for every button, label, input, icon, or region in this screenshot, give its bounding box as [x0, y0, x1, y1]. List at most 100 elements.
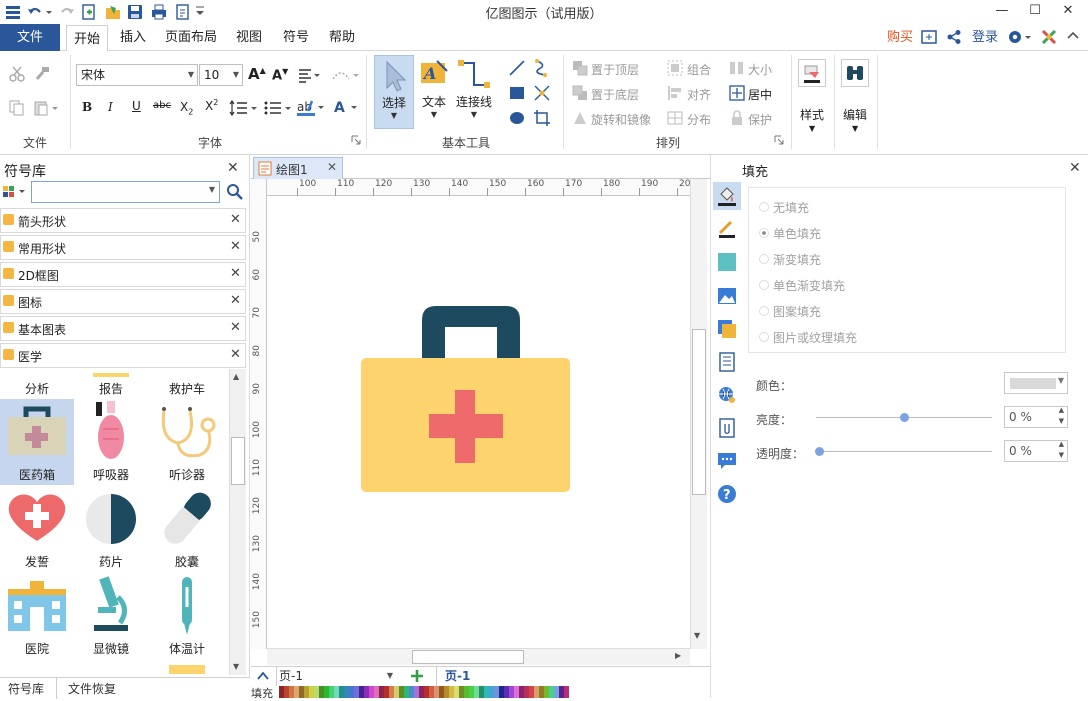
- attachment-icon[interactable]: [717, 418, 737, 438]
- symbol-heart-cross[interactable]: 发誓: [0, 486, 74, 572]
- library-scroll-thumb[interactable]: [231, 437, 245, 485]
- library-close-icon[interactable]: ✕: [227, 160, 239, 176]
- point-tool-icon[interactable]: [533, 84, 551, 102]
- add-page-icon[interactable]: [409, 668, 425, 684]
- share-icon[interactable]: [946, 29, 962, 45]
- transparency-spinbox[interactable]: 0 % ▲ ▼: [1004, 440, 1068, 462]
- format-painter-icon[interactable]: [33, 65, 51, 83]
- brightness-slider-thumb[interactable]: [900, 413, 909, 422]
- paste-icon[interactable]: [33, 99, 61, 117]
- crop-icon[interactable]: [533, 109, 551, 127]
- font-color-icon[interactable]: A: [333, 99, 361, 117]
- library-category-basic-charts[interactable]: 基本图表 ✕: [0, 316, 246, 341]
- distribute-label[interactable]: 分布: [687, 111, 711, 128]
- text-highlight-icon[interactable]: ab: [296, 99, 326, 117]
- page-properties-icon[interactable]: [717, 352, 737, 372]
- canvas-horizontal-scrollbar[interactable]: ▶: [267, 648, 690, 665]
- login-button[interactable]: 登录: [968, 24, 1002, 51]
- arrange-dialog-launcher-icon[interactable]: [774, 135, 784, 145]
- image-icon[interactable]: [717, 286, 737, 306]
- font-size-select[interactable]: 10 ▼: [199, 64, 243, 86]
- symbol-analysis[interactable]: 分析: [0, 369, 74, 399]
- canvas-vertical-scrollbar[interactable]: ▼: [690, 179, 707, 649]
- line-spacing-icon[interactable]: [229, 100, 259, 116]
- fill-color-picker[interactable]: ▼: [1004, 372, 1068, 394]
- shrink-font-icon[interactable]: A▼: [272, 67, 288, 83]
- group-label[interactable]: 组合: [687, 61, 711, 78]
- send-back-icon[interactable]: [572, 85, 588, 101]
- palette-swatch[interactable]: [564, 686, 569, 698]
- symbol-microscope[interactable]: 显微镜: [74, 573, 148, 659]
- curve-shape-icon[interactable]: [533, 59, 551, 77]
- ellipse-shape-icon[interactable]: [508, 109, 526, 127]
- symbol-report[interactable]: 报告: [74, 369, 148, 399]
- help-icon[interactable]: ?: [717, 484, 737, 504]
- symbol-capsule[interactable]: 胶囊: [150, 486, 224, 572]
- medkit-shape[interactable]: [267, 196, 690, 649]
- hyperlink-icon[interactable]: [717, 385, 737, 405]
- style-icon[interactable]: [798, 59, 826, 87]
- bring-front-icon[interactable]: [572, 60, 588, 76]
- library-category-icons[interactable]: 图标 ✕: [0, 289, 246, 314]
- close-category-icon[interactable]: ✕: [230, 239, 241, 254]
- symbol-stethoscope[interactable]: 听诊器: [150, 399, 224, 485]
- library-category-common[interactable]: 常用形状 ✕: [0, 235, 246, 260]
- close-category-icon[interactable]: ✕: [230, 347, 241, 362]
- center-label[interactable]: 居中: [748, 86, 772, 103]
- line-style-icon[interactable]: [717, 219, 737, 239]
- library-category-2d-block[interactable]: 2D框图 ✕: [0, 262, 246, 287]
- library-category-medical[interactable]: 医学 ✕: [0, 343, 246, 368]
- transparency-slider-thumb[interactable]: [815, 447, 824, 456]
- size-icon[interactable]: [729, 60, 745, 76]
- symbol-medkit[interactable]: 医药箱: [0, 399, 74, 485]
- library-category-arrows[interactable]: 箭头形状 ✕: [0, 208, 246, 233]
- transparency-slider[interactable]: [816, 451, 992, 452]
- scroll-up-icon[interactable]: ▲: [233, 372, 239, 381]
- canvas-hscroll-thumb[interactable]: [412, 650, 524, 664]
- symbol-hospital[interactable]: 医院: [0, 573, 74, 659]
- edit-button[interactable]: 编辑: [843, 106, 867, 123]
- tab-file[interactable]: 文件: [0, 24, 60, 51]
- close-category-icon[interactable]: ✕: [230, 320, 241, 335]
- tab-page-layout[interactable]: 页面布局: [160, 24, 222, 51]
- rotate-icon[interactable]: [572, 110, 588, 126]
- line-shape-icon[interactable]: [508, 59, 526, 77]
- italic-icon[interactable]: I: [108, 100, 113, 114]
- canvas-vscroll-thumb[interactable]: [692, 329, 706, 495]
- bring-front-label[interactable]: 置于顶层: [591, 61, 639, 78]
- document-tab-close-icon[interactable]: ✕: [327, 160, 337, 174]
- search-icon[interactable]: [226, 183, 244, 201]
- binoculars-icon[interactable]: [841, 59, 869, 87]
- account-switch-icon[interactable]: [920, 28, 938, 46]
- scroll-down-icon[interactable]: ▼: [233, 662, 239, 671]
- bottom-tab-library[interactable]: 符号库: [8, 680, 44, 697]
- close-category-icon[interactable]: ✕: [230, 266, 241, 281]
- center-icon[interactable]: [729, 85, 745, 101]
- cut-icon[interactable]: [8, 65, 26, 83]
- tab-help[interactable]: 帮助: [321, 24, 363, 51]
- bottom-tab-file-recovery[interactable]: 文件恢复: [68, 680, 116, 697]
- close-category-icon[interactable]: ✕: [230, 293, 241, 308]
- bold-icon[interactable]: B: [82, 100, 92, 114]
- connector-tool-button[interactable]: 连接线 ▼: [454, 55, 494, 129]
- bullet-list-icon[interactable]: [263, 100, 293, 116]
- text-tool-button[interactable]: A 文本 ▼: [417, 55, 451, 129]
- close-button[interactable]: ✕: [1052, 0, 1084, 22]
- subscript-icon[interactable]: X2: [180, 100, 193, 116]
- document-tab[interactable]: 绘图1 ✕: [253, 157, 343, 179]
- fill-panel-close-icon[interactable]: ✕: [1069, 160, 1081, 176]
- group-icon[interactable]: [667, 60, 683, 76]
- symbol-ambulance[interactable]: 救护车: [150, 369, 224, 399]
- page-tab[interactable]: 页-1: [436, 667, 478, 686]
- fill-panel-button[interactable]: [713, 182, 741, 210]
- tab-symbol[interactable]: 符号: [275, 24, 317, 51]
- underline-icon[interactable]: U: [132, 99, 141, 113]
- font-dialog-launcher-icon[interactable]: [351, 135, 361, 145]
- collapse-ribbon-icon[interactable]: [1066, 29, 1080, 43]
- shadow-icon[interactable]: [717, 252, 737, 272]
- line-spacing-curve-icon[interactable]: [331, 67, 361, 83]
- tab-home[interactable]: 开始: [66, 25, 108, 52]
- scroll-right-icon[interactable]: ▶: [675, 651, 681, 660]
- page-collapse-icon[interactable]: [256, 669, 270, 683]
- library-search-input[interactable]: ▼: [31, 181, 220, 203]
